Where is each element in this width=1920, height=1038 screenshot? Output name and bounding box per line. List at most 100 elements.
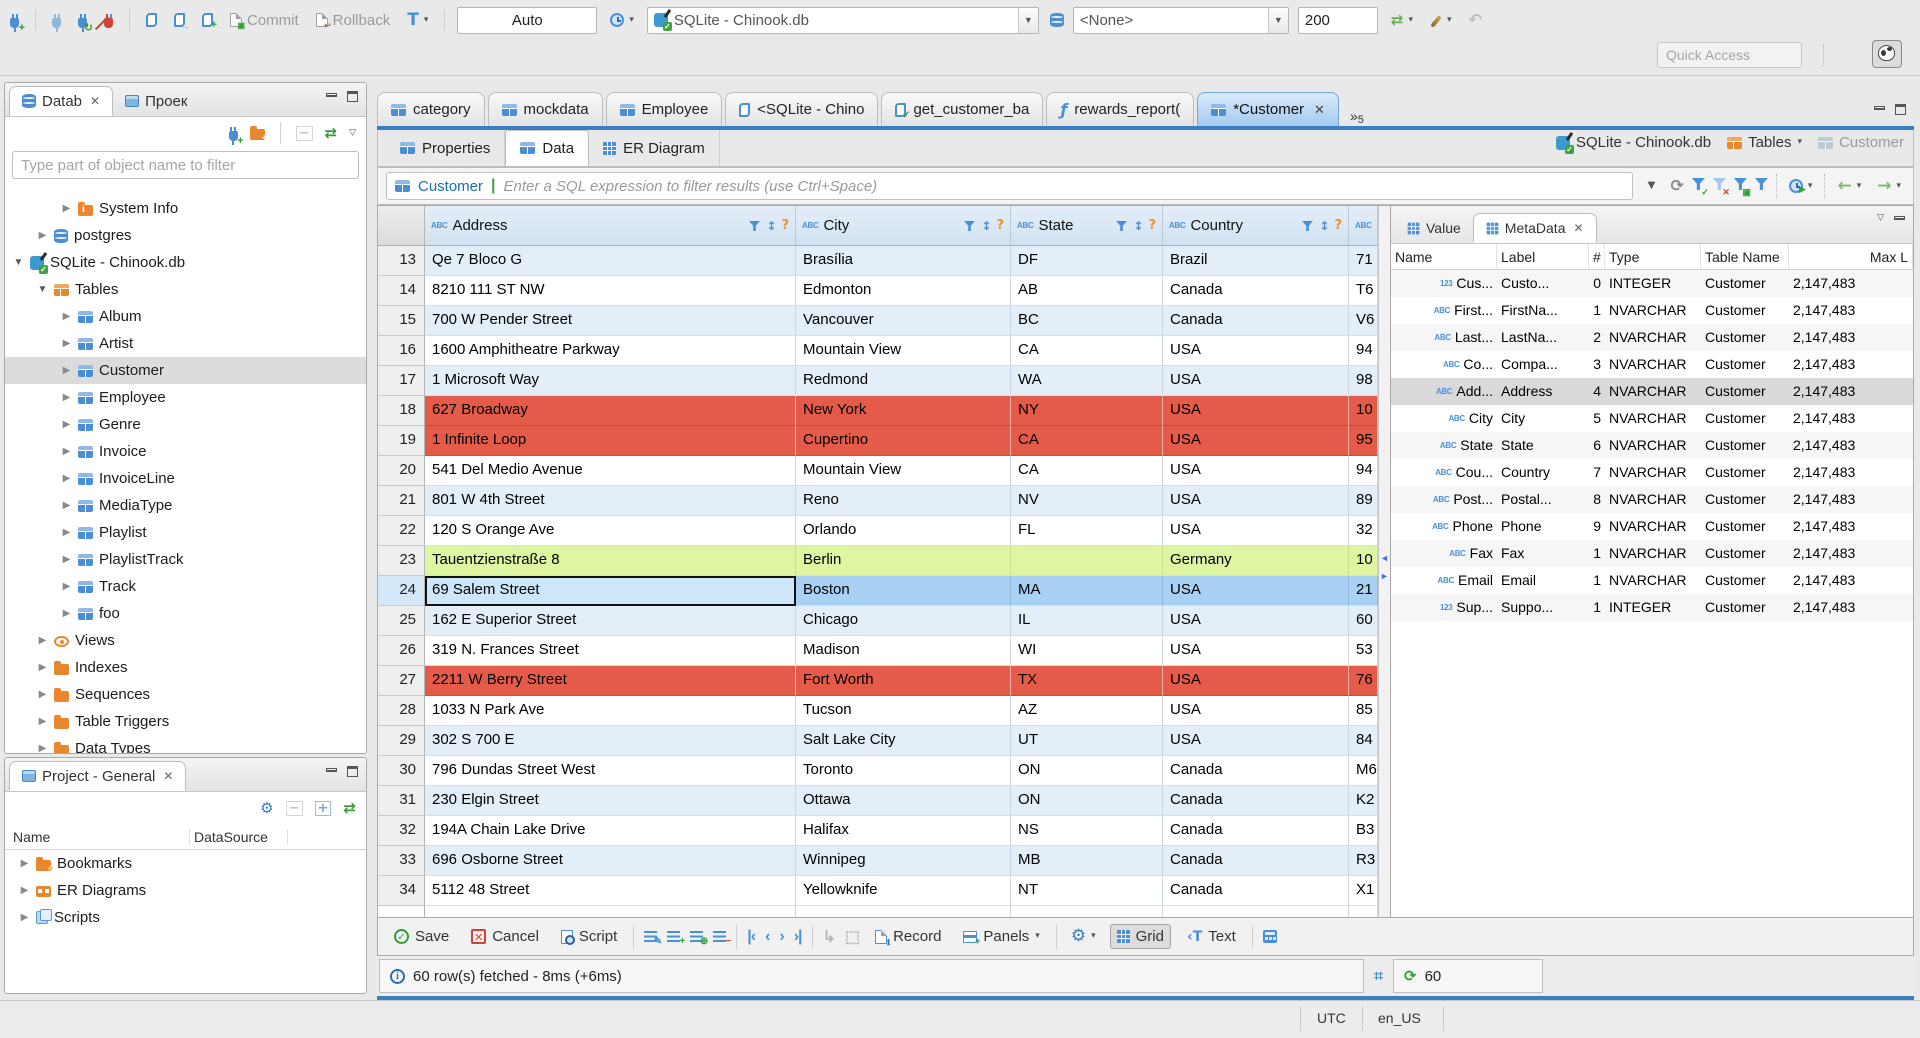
grid-cell[interactable]: NY <box>1011 396 1163 426</box>
metadata-row[interactable]: ABC State State 6 NVARCHAR Customer 2,147,483 <box>1391 432 1913 459</box>
row-number-cell[interactable]: 28 <box>378 696 425 726</box>
auto-refresh-button[interactable]: ▶ ▾ <box>1785 177 1817 195</box>
editor-tab-get_customer_ba[interactable]: ✓ get_customer_ba <box>881 92 1044 126</box>
commit-button[interactable]: ▣ Commit <box>226 10 303 31</box>
chevron-down-icon[interactable]: ▼ <box>13 257 24 268</box>
grid-cell[interactable]: 230 Elgin Street <box>425 786 796 816</box>
grid-cell[interactable]: UT <box>1011 726 1163 756</box>
meta-name-cell[interactable]: ABC Cou... <box>1391 459 1497 486</box>
sort-icon[interactable]: ↕ <box>766 220 776 232</box>
funnel-icon[interactable] <box>1302 220 1314 231</box>
meta-cell[interactable]: Customer <box>1701 567 1789 594</box>
row-number-cell[interactable]: 29 <box>378 726 425 756</box>
datasource-combo[interactable]: SQLite - Chinook.db ▼ <box>646 6 1039 34</box>
transaction-mode-button[interactable]: T ▾ <box>403 10 432 31</box>
meta-cell[interactable]: Customer <box>1701 378 1789 405</box>
sql-editor-recent-button[interactable] <box>170 11 190 31</box>
grid-cell[interactable]: R3 <box>1349 846 1378 876</box>
view-menu-icon[interactable]: ▽ <box>349 128 356 138</box>
funnel-icon[interactable] <box>749 220 761 231</box>
chevron-right-icon[interactable]: ▶ <box>37 230 48 241</box>
grid-cell[interactable]: BC <box>1011 306 1163 336</box>
row-number-cell[interactable]: 21 <box>378 486 425 516</box>
meta-name-cell[interactable]: ABC State <box>1391 432 1497 459</box>
meta-cell[interactable]: Address <box>1497 378 1589 405</box>
minimize-icon[interactable] <box>1874 106 1885 110</box>
meta-cell[interactable]: Customer <box>1701 405 1789 432</box>
dbeaver-perspective-button[interactable] <box>1872 40 1902 68</box>
meta-cell[interactable]: 1 <box>1589 594 1605 621</box>
grid-cell[interactable]: WI <box>1011 636 1163 666</box>
subtab-er-diagram[interactable]: ER Diagram <box>589 130 720 166</box>
metadata-row[interactable]: ABC City City 5 NVARCHAR Customer 2,147,483 <box>1391 405 1913 432</box>
row-number-cell[interactable]: 33 <box>378 846 425 876</box>
meta-name-cell[interactable]: ABC Add... <box>1391 378 1497 405</box>
grid-cell[interactable]: 302 S 700 E <box>425 726 796 756</box>
row-number-cell[interactable]: 15 <box>378 306 425 336</box>
grid-cell[interactable]: Tucson <box>796 696 1011 726</box>
row-number-cell[interactable]: 17 <box>378 366 425 396</box>
meta-cell[interactable]: NVARCHAR <box>1605 513 1701 540</box>
metadata-row[interactable]: 123 Sup... Suppo... 1 INTEGER Customer 2,147,4… <box>1391 594 1913 621</box>
meta-name-cell[interactable]: ABC Fax <box>1391 540 1497 567</box>
remove-filter-button[interactable]: ✕ <box>1712 177 1730 197</box>
grid-cell[interactable]: Germany <box>1163 546 1349 576</box>
grid-cell[interactable]: Redmond <box>796 366 1011 396</box>
chevron-right-icon[interactable]: ▶ <box>37 689 48 700</box>
cancel-button[interactable]: ✕ Cancel <box>465 925 545 948</box>
grid-cell[interactable]: 162 E Superior Street <box>425 606 796 636</box>
grid-cell[interactable]: 194A Chain Lake Drive <box>425 816 796 846</box>
grid-cell[interactable]: Mountain View <box>796 456 1011 486</box>
refresh-icon[interactable]: ⟳ <box>1404 968 1417 984</box>
panels-button[interactable]: + Panels ▾ <box>957 925 1045 948</box>
grid-cell[interactable]: USA <box>1163 666 1349 696</box>
grid-cell[interactable]: WA <box>1011 366 1163 396</box>
meta-name-cell[interactable]: 123 Sup... <box>1391 594 1497 621</box>
sidebar-item-indexes[interactable]: ▶ Indexes <box>5 654 366 681</box>
grid-cell[interactable]: Brazil <box>1163 246 1349 276</box>
close-icon[interactable]: ✕ <box>1573 221 1583 235</box>
column-header-name[interactable]: Name <box>5 828 190 845</box>
fetch-size-input[interactable] <box>1297 6 1378 34</box>
grid-cell[interactable]: 60 <box>1349 606 1378 636</box>
tab-projects[interactable]: Проек <box>113 86 199 116</box>
collapse-all-icon[interactable]: − <box>285 800 303 816</box>
panel-tab-value[interactable]: Value <box>1395 213 1473 243</box>
refresh-icon[interactable]: ⟳ <box>1671 178 1684 194</box>
grid-cell[interactable]: ON <box>1011 786 1163 816</box>
meta-name-cell[interactable]: ABC Last... <box>1391 324 1497 351</box>
sidebar-item-invoiceline[interactable]: ▶ InvoiceLine <box>5 465 366 492</box>
grid-cell[interactable]: USA <box>1163 336 1349 366</box>
sidebar-item-album[interactable]: ▶ Album <box>5 303 366 330</box>
grid-cell[interactable]: USA <box>1163 456 1349 486</box>
chevron-right-icon[interactable]: ▶ <box>19 912 30 923</box>
maximize-icon[interactable] <box>1895 104 1906 115</box>
grid-cell[interactable]: Canada <box>1163 816 1349 846</box>
format-button[interactable]: ▾ <box>1426 11 1456 30</box>
chevron-right-icon[interactable]: ▶ <box>37 635 48 646</box>
grid-cell[interactable]: USA <box>1163 486 1349 516</box>
grid-cell[interactable]: Canada <box>1163 276 1349 306</box>
grid-cell[interactable]: Edmonton <box>796 276 1011 306</box>
sidebar-item-sqlite-chinook-db[interactable]: ▼ SQLite - Chinook.db <box>5 249 366 276</box>
grid-cell[interactable]: USA <box>1163 726 1349 756</box>
grid-scrollbar[interactable]: ◄ ► <box>1378 206 1391 917</box>
grid-cell[interactable]: 700 W Pender Street <box>425 306 796 336</box>
grid-cell[interactable]: Boston <box>796 576 1011 606</box>
metadata-row[interactable]: ABC Post... Postal... 8 NVARCHAR Customer 2,14… <box>1391 486 1913 513</box>
meta-cell[interactable]: Email <box>1497 567 1589 594</box>
grid-cell[interactable]: V6 <box>1349 306 1378 336</box>
meta-cell[interactable]: 2,147,483 <box>1789 324 1913 351</box>
sidebar-item-system-info[interactable]: ▶ System Info <box>5 195 366 222</box>
grid-cell[interactable]: TX <box>1011 666 1163 696</box>
subtab-properties[interactable]: Properties <box>386 130 506 166</box>
autocommit-combo[interactable]: Auto <box>457 6 598 34</box>
meta-cell[interactable]: LastNa... <box>1497 324 1589 351</box>
meta-cell[interactable]: NVARCHAR <box>1605 432 1701 459</box>
grid-cell[interactable]: 1600 Amphitheatre Parkway <box>425 336 796 366</box>
meta-cell[interactable]: Country <box>1497 459 1589 486</box>
meta-cell[interactable]: 3 <box>1589 351 1605 378</box>
grid-cell[interactable]: 5112 48 Street <box>425 876 796 906</box>
grid-cell[interactable]: 85 <box>1349 696 1378 726</box>
meta-cell[interactable]: City <box>1497 405 1589 432</box>
